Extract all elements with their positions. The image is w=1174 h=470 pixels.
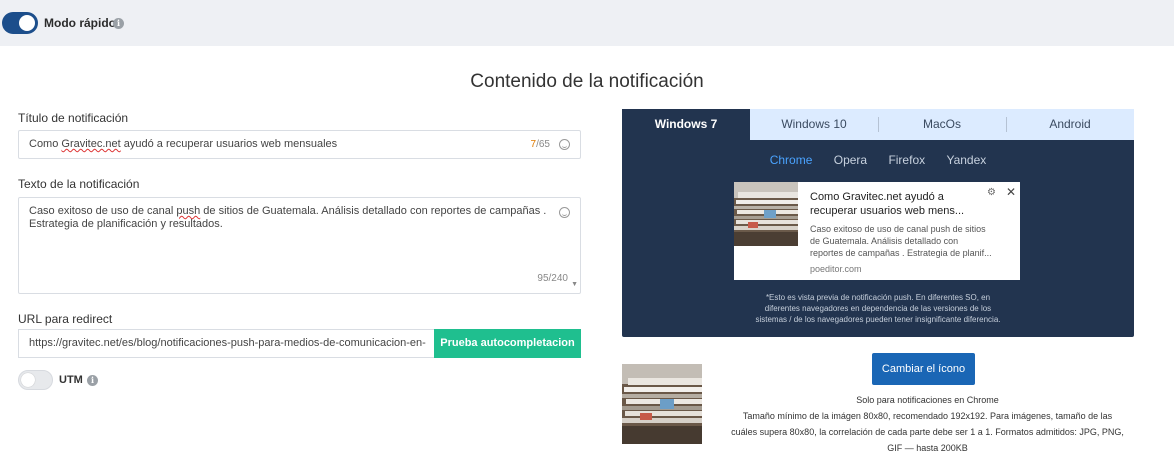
redirect-url-input[interactable]: https://gravitec.net/es/blog/notificacio… bbox=[18, 329, 435, 358]
tab-android[interactable]: Android bbox=[1006, 109, 1134, 140]
title-text: Como Gravitec.net ayudó a recuperar usua… bbox=[29, 138, 338, 150]
page-title: Contenido de la notificación bbox=[470, 71, 704, 92]
info-icon[interactable]: i bbox=[87, 375, 98, 386]
info-icon[interactable]: i bbox=[113, 18, 124, 29]
notification-title-input[interactable]: Como Gravitec.net ayudó a recuperar usua… bbox=[18, 130, 581, 159]
notification-preview-panel: Windows 7 Windows 10 MacOs Android Chrom… bbox=[622, 109, 1134, 337]
toggle-knob bbox=[21, 373, 35, 387]
tab-macos[interactable]: MacOs bbox=[878, 109, 1006, 140]
title-label: Título de notificación bbox=[18, 111, 129, 125]
tab-windows-7[interactable]: Windows 7 bbox=[622, 109, 750, 140]
notification-body-textarea[interactable]: Caso exitoso de uso de canal push de sit… bbox=[18, 197, 581, 294]
os-tabs: Windows 7 Windows 10 MacOs Android bbox=[622, 109, 1134, 140]
url-label: URL para redirect bbox=[18, 312, 113, 326]
fast-mode-toggle[interactable] bbox=[2, 12, 38, 34]
fast-mode-label: Modo rápido bbox=[44, 16, 116, 30]
body-label: Texto de la notificación bbox=[18, 177, 140, 191]
tab-chrome[interactable]: Chrome bbox=[770, 153, 813, 167]
resize-handle-icon[interactable]: ▼ bbox=[571, 278, 578, 291]
tab-firefox[interactable]: Firefox bbox=[888, 153, 925, 167]
preview-body: Caso exitoso de uso de canal push de sit… bbox=[810, 224, 992, 258]
close-icon: ✕ bbox=[1006, 185, 1017, 199]
autocomplete-button[interactable]: Prueba autocompletacion bbox=[434, 329, 581, 358]
preview-title: Como Gravitec.net ayudó a recuperar usua… bbox=[810, 191, 965, 217]
preview-source: poeditor.com bbox=[810, 264, 862, 274]
title-char-counter: 7/65 bbox=[530, 139, 550, 150]
preview-disclaimer: *Esto es vista previa de notificación pu… bbox=[755, 293, 1001, 324]
browser-tabs: Chrome Opera Firefox Yandex bbox=[622, 153, 1134, 167]
icon-requirements-text: Solo para notificaciones en Chrome Tamañ… bbox=[731, 395, 1124, 453]
emoji-icon[interactable] bbox=[559, 139, 570, 150]
top-bar: Modo rápido i bbox=[0, 0, 1174, 46]
emoji-icon[interactable] bbox=[559, 207, 570, 218]
utm-toggle[interactable] bbox=[18, 370, 53, 390]
utm-label: UTM bbox=[59, 374, 83, 386]
change-icon-button[interactable]: Cambiar el ícono bbox=[872, 353, 975, 385]
gear-icon: ⚙ bbox=[987, 187, 996, 198]
notification-image bbox=[734, 182, 798, 246]
tab-windows-10[interactable]: Windows 10 bbox=[750, 109, 878, 140]
tab-yandex[interactable]: Yandex bbox=[946, 153, 986, 167]
notification-icon-image bbox=[622, 364, 702, 444]
body-char-counter: 95/240 bbox=[537, 273, 568, 284]
toggle-knob bbox=[19, 15, 35, 31]
notification-preview-card: Como Gravitec.net ayudó a recuperar usua… bbox=[734, 182, 1020, 280]
body-text: Caso exitoso de uso de canal push de sit… bbox=[29, 205, 547, 230]
tab-opera[interactable]: Opera bbox=[834, 153, 867, 167]
